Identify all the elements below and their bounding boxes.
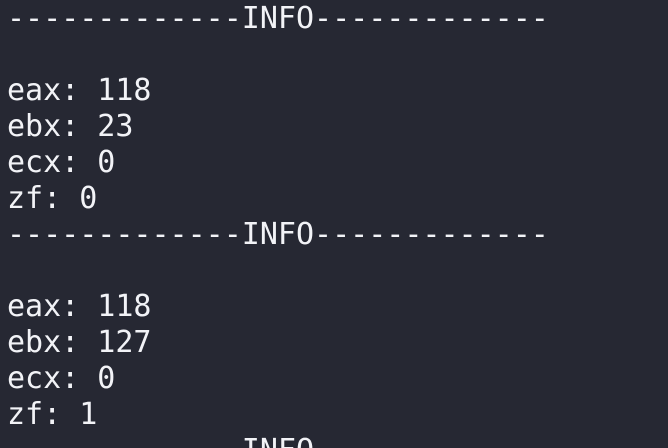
separator-line: -------------INFO------------- [7,217,549,252]
register-ebx: ebx: 127 [7,325,152,360]
terminal-window[interactable]: -------------INFO------------- eax: 118 … [0,0,668,448]
terminal-output: -------------INFO------------- eax: 118 … [7,1,668,448]
register-ecx: ecx: 0 [7,361,116,396]
flag-zf: zf: 0 [7,181,98,216]
separator-line-partial: -------------INFO------------- [7,433,668,448]
flag-zf: zf: 1 [7,397,98,432]
separator-line: -------------INFO------------- [7,1,549,36]
register-eax: eax: 118 [7,289,152,324]
register-eax: eax: 118 [7,73,152,108]
register-ecx: ecx: 0 [7,145,116,180]
register-ebx: ebx: 23 [7,109,134,144]
